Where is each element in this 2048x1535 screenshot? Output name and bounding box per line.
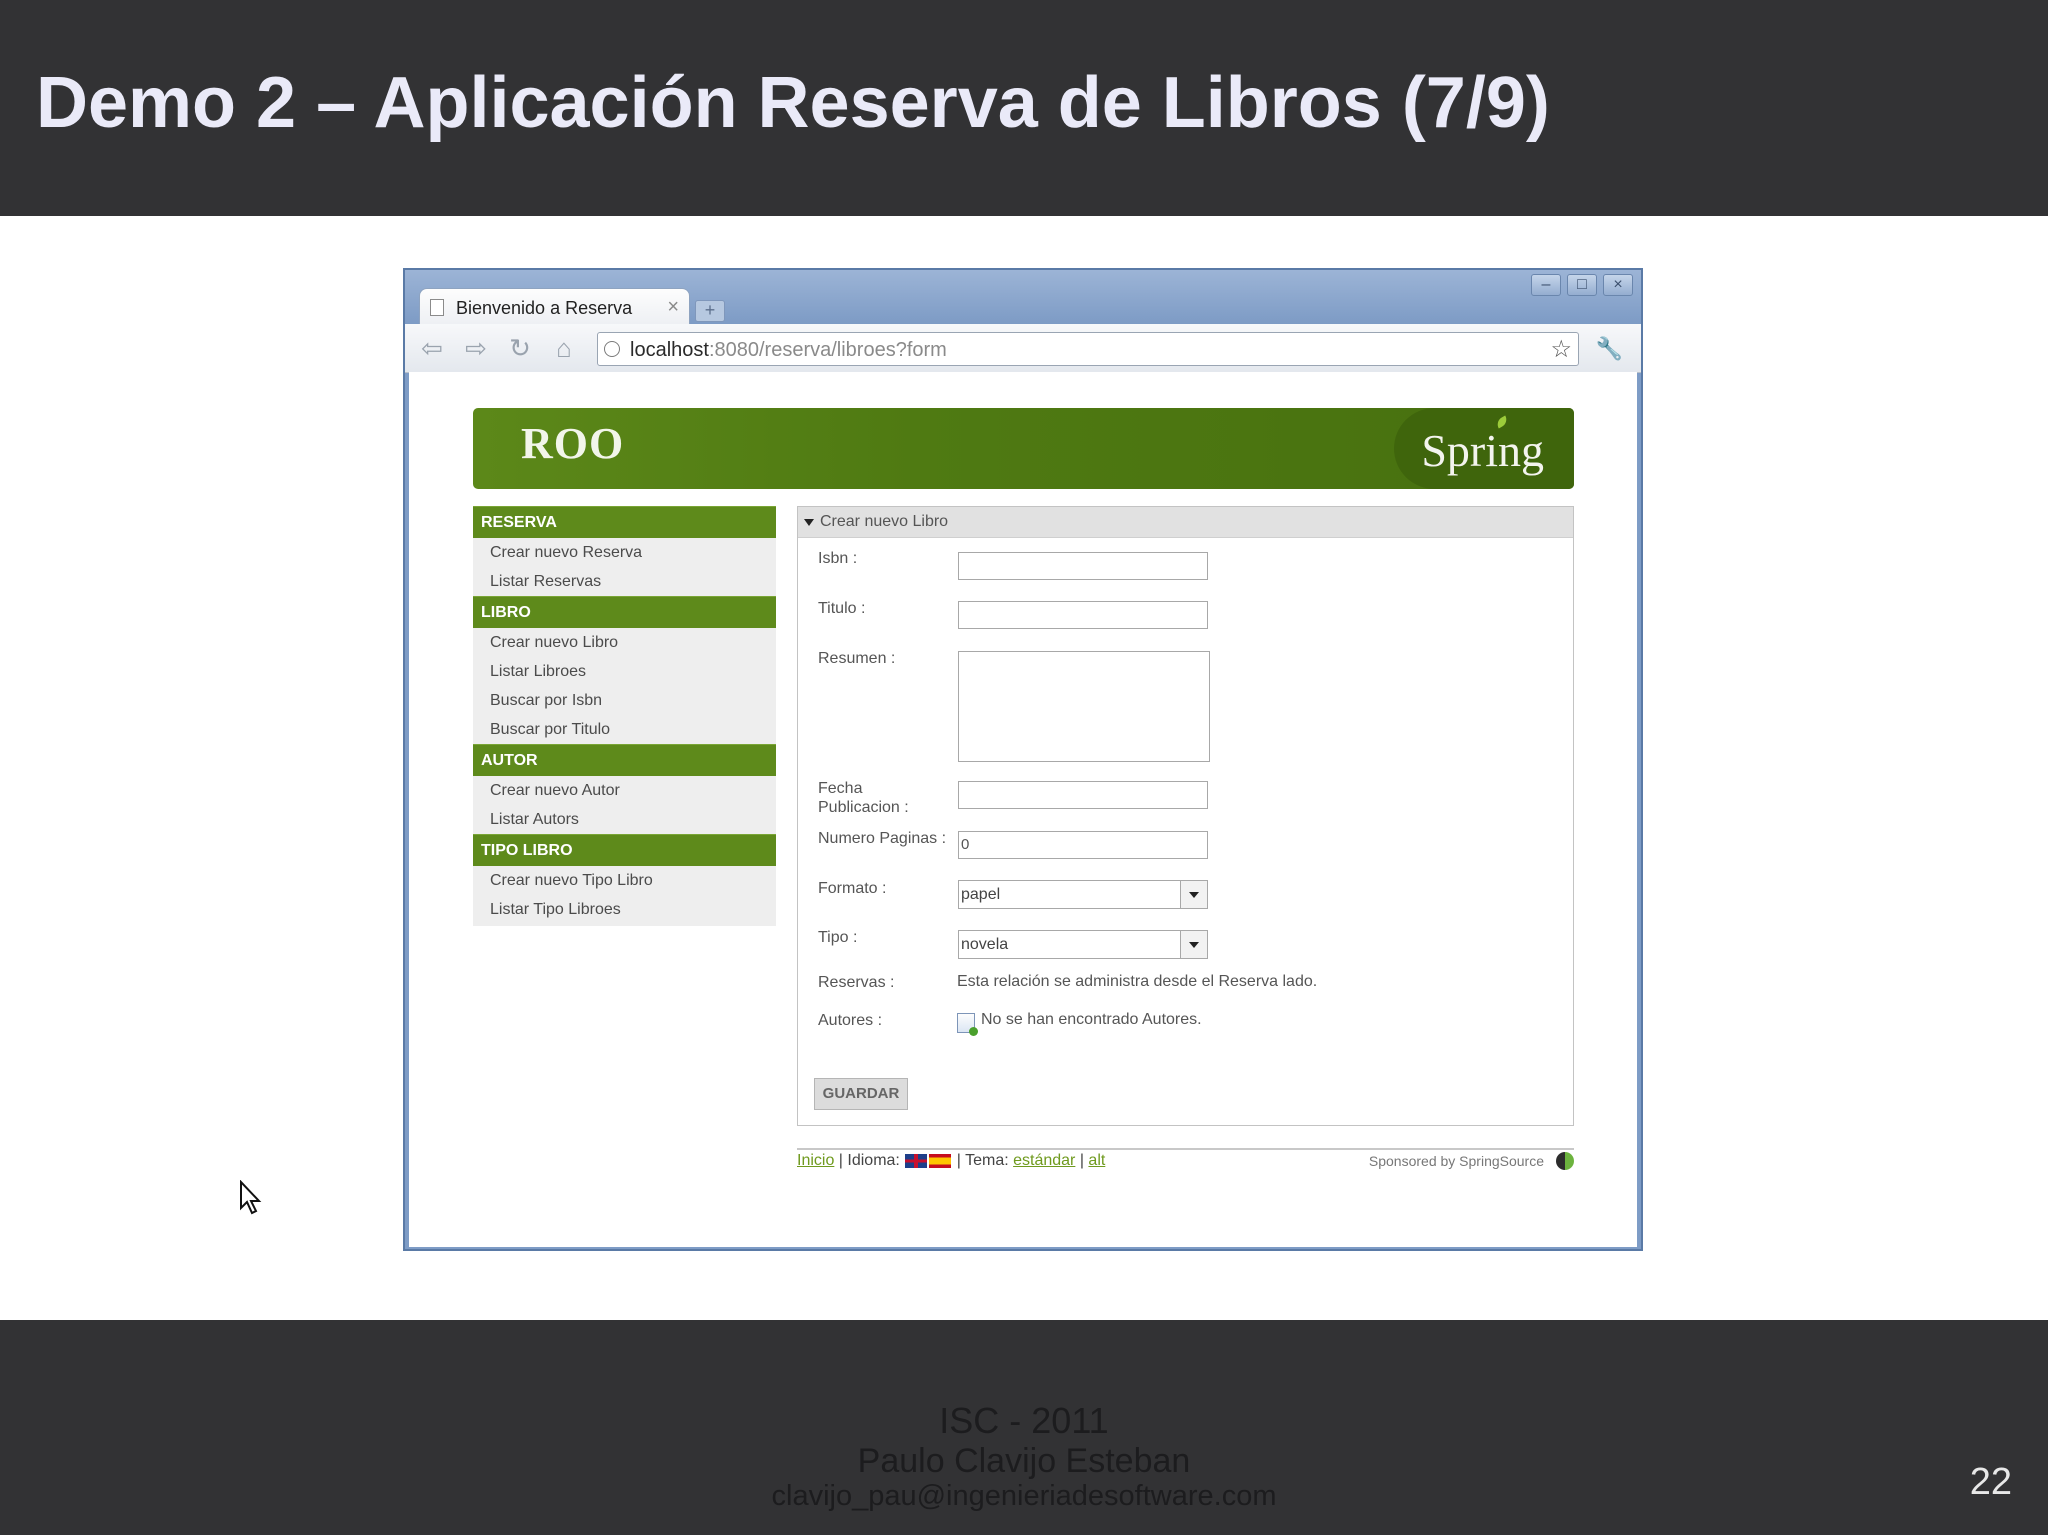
panel-header[interactable]: Crear nuevo Libro (798, 507, 1573, 538)
url-text[interactable]: localhost:8080/reserva/libroes?form (630, 339, 947, 362)
wrench-icon[interactable]: 🔧 (1596, 336, 1623, 362)
forward-icon[interactable]: ⇨ (461, 334, 491, 362)
chevron-down-icon[interactable] (1180, 931, 1207, 958)
menu-header-libro: LIBRO (473, 596, 776, 628)
resumen-textarea[interactable] (958, 651, 1210, 762)
menu-item-listar-reservas[interactable]: Listar Reservas (473, 567, 776, 596)
sidebar-menu: RESERVA Crear nuevo Reserva Listar Reser… (473, 506, 776, 926)
tab-close-icon[interactable]: × (667, 296, 679, 319)
menu-header-reserva: RESERVA (473, 506, 776, 538)
menu-item-crear-autor[interactable]: Crear nuevo Autor (473, 776, 776, 805)
titulo-input[interactable] (958, 601, 1208, 629)
page-number: 22 (1969, 1461, 2012, 1503)
slide-title: Demo 2 – Aplicación Reserva de Libros (7… (36, 63, 1550, 143)
menu-header-tipo-libro: TIPO LIBRO (473, 834, 776, 866)
sponsored-text: Sponsored by SpringSource (1368, 1153, 1544, 1169)
browser-window: Bienvenido a Reserva × + – □ × ⇦ ⇨ ↻ ⌂ l… (403, 268, 1643, 1251)
roo-logo: ROO (521, 419, 625, 468)
collapse-caret-icon[interactable] (804, 519, 814, 526)
springsource-icon (1556, 1152, 1574, 1170)
autores-label: Autores : (818, 1012, 883, 1029)
page-icon (430, 299, 444, 316)
menu-item-listar-autors[interactable]: Listar Autors (473, 805, 776, 834)
idioma-label: | Idioma: (834, 1152, 905, 1169)
slide-header: Demo 2 – Aplicación Reserva de Libros (7… (0, 0, 2048, 216)
browser-titlebar: Bienvenido a Reserva × + – □ × (405, 270, 1641, 324)
slide-footer: ISC - 2011 Paulo Clavijo Esteban clavijo… (0, 1320, 2048, 1535)
back-icon[interactable]: ⇦ (417, 334, 447, 362)
tipo-label: Tipo : (818, 929, 858, 946)
reservas-label: Reservas : (818, 974, 895, 991)
footer-links: Inicio | Idioma: | Tema: estándar | alt (797, 1152, 1105, 1170)
minimize-button[interactable]: – (1531, 274, 1561, 296)
menu-item-listar-tipo-libroes[interactable]: Listar Tipo Libroes (473, 895, 776, 924)
inicio-link[interactable]: Inicio (797, 1152, 834, 1169)
formato-label: Formato : (818, 880, 887, 897)
roo-banner: ROO Spring (473, 408, 1574, 489)
url-path: :8080/reserva/libroes?form (708, 339, 947, 361)
url-host: localhost (630, 339, 709, 361)
panel-title: Crear nuevo Libro (820, 513, 949, 530)
footer-author: Paulo Clavijo Esteban (857, 1442, 1191, 1480)
chevron-down-icon[interactable] (1180, 881, 1207, 908)
es-flag-icon[interactable] (929, 1153, 952, 1168)
formato-selected: papel (961, 886, 1001, 903)
footer-course: ISC - 2011 (939, 1400, 1109, 1441)
paginas-label: Numero Paginas : (818, 830, 947, 847)
tab-title: Bienvenido a Reserva (456, 298, 633, 318)
maximize-button[interactable]: □ (1567, 274, 1597, 296)
menu-item-buscar-titulo[interactable]: Buscar por Titulo (473, 715, 776, 744)
add-autor-icon[interactable] (957, 1013, 978, 1036)
menu-item-crear-libro[interactable]: Crear nuevo Libro (473, 628, 776, 657)
tema-estandar-link[interactable]: estándar (1013, 1152, 1075, 1169)
crear-libro-panel: Crear nuevo Libro Isbn : Titulo : Resume… (797, 506, 1574, 1126)
spring-logo: Spring (1421, 425, 1544, 476)
cursor-icon (240, 1180, 262, 1215)
resumen-label: Resumen : (818, 650, 896, 667)
uk-flag-icon[interactable] (905, 1153, 928, 1168)
home-icon[interactable]: ⌂ (549, 334, 579, 362)
tema-label: | Tema: (952, 1152, 1014, 1169)
fecha-label-line2: Publicacion : (818, 799, 909, 816)
numero-paginas-input[interactable]: 0 (958, 831, 1208, 859)
tema-alt-link[interactable]: alt (1088, 1152, 1105, 1169)
menu-item-crear-reserva[interactable]: Crear nuevo Reserva (473, 538, 776, 567)
fecha-label-line1: Fecha (818, 780, 863, 797)
reservas-info: Esta relación se administra desde el Res… (957, 973, 1318, 990)
globe-icon (604, 341, 620, 357)
isbn-input[interactable] (958, 552, 1208, 580)
page-footer: Inicio | Idioma: | Tema: estándar | alt … (797, 1148, 1574, 1174)
page-viewport: ROO Spring RESERVA Crear nuevo Reserva L… (409, 372, 1637, 1247)
guardar-button[interactable]: GUARDAR (814, 1078, 908, 1110)
isbn-label: Isbn : (818, 550, 858, 567)
reload-icon[interactable]: ↻ (505, 334, 535, 362)
footer-email: clavijo_pau@ingenieriadesoftware.com (771, 1480, 1277, 1512)
tipo-selected: novela (961, 936, 1009, 953)
browser-toolbar: ⇦ ⇨ ↻ ⌂ localhost:8080/reserva/libroes?f… (405, 324, 1641, 373)
star-icon[interactable]: ☆ (1550, 335, 1572, 364)
tipo-select[interactable]: novela (958, 930, 1208, 959)
tema-separator: | (1075, 1152, 1089, 1169)
menu-item-buscar-isbn[interactable]: Buscar por Isbn (473, 686, 776, 715)
close-window-button[interactable]: × (1603, 274, 1633, 296)
formato-select[interactable]: papel (958, 880, 1208, 909)
address-bar[interactable]: localhost:8080/reserva/libroes?form ☆ (597, 332, 1579, 366)
browser-tab[interactable]: Bienvenido a Reserva × (419, 288, 690, 324)
menu-header-autor: AUTOR (473, 744, 776, 776)
fecha-label: Fecha Publicacion : (818, 779, 909, 817)
menu-item-crear-tipo-libro[interactable]: Crear nuevo Tipo Libro (473, 866, 776, 895)
titulo-label: Titulo : (818, 600, 866, 617)
new-tab-button[interactable]: + (695, 300, 725, 322)
fecha-publicacion-input[interactable] (958, 781, 1208, 809)
menu-item-listar-libroes[interactable]: Listar Libroes (473, 657, 776, 686)
autores-info: No se han encontrado Autores. (981, 1011, 1202, 1028)
